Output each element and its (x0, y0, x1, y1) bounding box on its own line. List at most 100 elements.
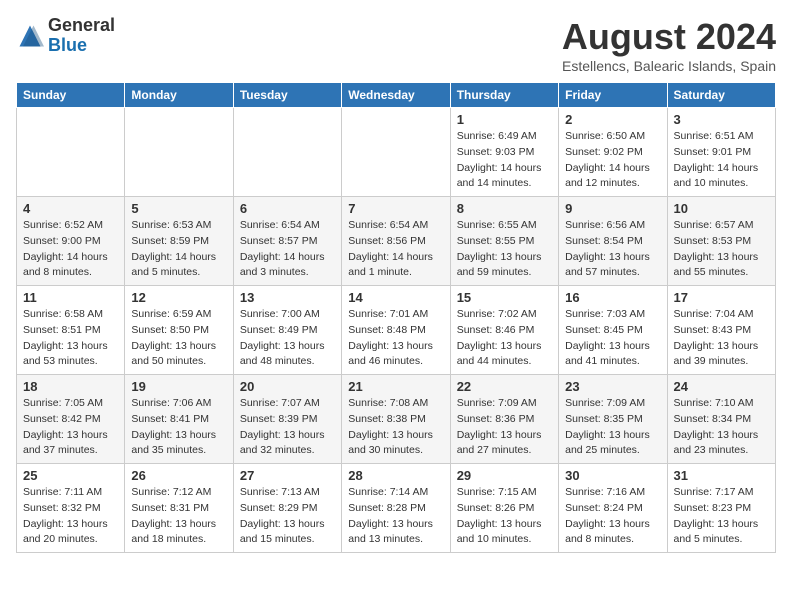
day-info: Sunrise: 6:54 AM Sunset: 8:56 PM Dayligh… (348, 218, 443, 281)
calendar-day-cell: 15Sunrise: 7:02 AM Sunset: 8:46 PM Dayli… (450, 286, 558, 375)
calendar-day-cell: 8 Sunrise: 6:55 AM Sunset: 8:55 PM Daylig… (450, 197, 558, 286)
calendar-day-cell: 9 Sunrise: 6:56 AM Sunset: 8:54 PM Daylig… (559, 197, 667, 286)
day-info: Sunrise: 7:02 AM Sunset: 8:46 PM Dayligh… (457, 307, 552, 370)
day-number: 6 (240, 201, 335, 216)
day-number: 10 (674, 201, 769, 216)
day-info: Sunrise: 7:00 AM Sunset: 8:49 PM Dayligh… (240, 307, 335, 370)
day-number: 27 (240, 468, 335, 483)
day-info: Sunrise: 6:51 AM Sunset: 9:01 PM Dayligh… (674, 129, 769, 192)
day-info: Sunrise: 6:54 AM Sunset: 8:57 PM Dayligh… (240, 218, 335, 281)
day-info: Sunrise: 6:59 AM Sunset: 8:50 PM Dayligh… (131, 307, 226, 370)
day-number: 21 (348, 379, 443, 394)
day-number: 4 (23, 201, 118, 216)
col-saturday: Saturday (667, 83, 775, 108)
day-info: Sunrise: 7:08 AM Sunset: 8:38 PM Dayligh… (348, 396, 443, 459)
calendar-day-cell: 13 Sunrise: 7:00 AM Sunset: 8:49 PM Dayli… (233, 286, 341, 375)
day-number: 29 (457, 468, 552, 483)
logo-general-text: General (48, 15, 115, 35)
day-info: Sunrise: 7:12 AM Sunset: 8:31 PM Dayligh… (131, 485, 226, 548)
calendar-week-row: 11 Sunrise: 6:58 AM Sunset: 8:51 PM Dayli… (17, 286, 776, 375)
col-sunday: Sunday (17, 83, 125, 108)
day-number: 19 (131, 379, 226, 394)
day-number: 14 (348, 290, 443, 305)
day-number: 30 (565, 468, 660, 483)
day-info: Sunrise: 7:09 AM Sunset: 8:35 PM Dayligh… (565, 396, 660, 459)
day-info: Sunrise: 7:10 AM Sunset: 8:34 PM Dayligh… (674, 396, 769, 459)
calendar-day-cell (233, 108, 341, 197)
calendar-day-cell: 18 Sunrise: 7:05 AM Sunset: 8:42 PM Dayli… (17, 375, 125, 464)
day-info: Sunrise: 6:58 AM Sunset: 8:51 PM Dayligh… (23, 307, 118, 370)
col-tuesday: Tuesday (233, 83, 341, 108)
calendar-header-row: Sunday Monday Tuesday Wednesday Thursday… (17, 83, 776, 108)
calendar-day-cell: 1Sunrise: 6:49 AM Sunset: 9:03 PM Daylig… (450, 108, 558, 197)
calendar-day-cell (17, 108, 125, 197)
day-number: 22 (457, 379, 552, 394)
day-number: 28 (348, 468, 443, 483)
day-info: Sunrise: 7:09 AM Sunset: 8:36 PM Dayligh… (457, 396, 552, 459)
calendar-table: Sunday Monday Tuesday Wednesday Thursday… (16, 82, 776, 553)
calendar-day-cell: 22 Sunrise: 7:09 AM Sunset: 8:36 PM Dayli… (450, 375, 558, 464)
day-info: Sunrise: 7:15 AM Sunset: 8:26 PM Dayligh… (457, 485, 552, 548)
day-info: Sunrise: 7:06 AM Sunset: 8:41 PM Dayligh… (131, 396, 226, 459)
calendar-day-cell: 21 Sunrise: 7:08 AM Sunset: 8:38 PM Dayli… (342, 375, 450, 464)
day-number: 7 (348, 201, 443, 216)
day-info: Sunrise: 6:56 AM Sunset: 8:54 PM Dayligh… (565, 218, 660, 281)
calendar-day-cell: 12 Sunrise: 6:59 AM Sunset: 8:50 PM Dayli… (125, 286, 233, 375)
day-number: 18 (23, 379, 118, 394)
day-info: Sunrise: 7:13 AM Sunset: 8:29 PM Dayligh… (240, 485, 335, 548)
day-number: 23 (565, 379, 660, 394)
day-number: 17 (674, 290, 769, 305)
day-number: 25 (23, 468, 118, 483)
calendar-day-cell: 2 Sunrise: 6:50 AM Sunset: 9:02 PM Daylig… (559, 108, 667, 197)
title-section: August 2024 Estellencs, Balearic Islands… (562, 16, 776, 74)
page-container: General Blue August 2024 Estellencs, Bal… (16, 16, 776, 553)
col-friday: Friday (559, 83, 667, 108)
calendar-day-cell: 6 Sunrise: 6:54 AM Sunset: 8:57 PM Daylig… (233, 197, 341, 286)
calendar-day-cell: 30Sunrise: 7:16 AM Sunset: 8:24 PM Dayli… (559, 464, 667, 553)
day-number: 26 (131, 468, 226, 483)
day-info: Sunrise: 7:04 AM Sunset: 8:43 PM Dayligh… (674, 307, 769, 370)
day-number: 20 (240, 379, 335, 394)
day-number: 12 (131, 290, 226, 305)
calendar-day-cell: 28Sunrise: 7:14 AM Sunset: 8:28 PM Dayli… (342, 464, 450, 553)
day-number: 3 (674, 112, 769, 127)
calendar-day-cell: 3 Sunrise: 6:51 AM Sunset: 9:01 PM Daylig… (667, 108, 775, 197)
logo: General Blue (16, 16, 115, 56)
day-info: Sunrise: 6:52 AM Sunset: 9:00 PM Dayligh… (23, 218, 118, 281)
day-info: Sunrise: 6:50 AM Sunset: 9:02 PM Dayligh… (565, 129, 660, 192)
day-info: Sunrise: 6:53 AM Sunset: 8:59 PM Dayligh… (131, 218, 226, 281)
subtitle: Estellencs, Balearic Islands, Spain (562, 58, 776, 74)
calendar-day-cell: 11 Sunrise: 6:58 AM Sunset: 8:51 PM Dayli… (17, 286, 125, 375)
calendar-day-cell: 29 Sunrise: 7:15 AM Sunset: 8:26 PM Dayli… (450, 464, 558, 553)
calendar-day-cell: 5Sunrise: 6:53 AM Sunset: 8:59 PM Daylig… (125, 197, 233, 286)
calendar-day-cell: 26 Sunrise: 7:12 AM Sunset: 8:31 PM Dayli… (125, 464, 233, 553)
day-info: Sunrise: 7:17 AM Sunset: 8:23 PM Dayligh… (674, 485, 769, 548)
calendar-day-cell: 14Sunrise: 7:01 AM Sunset: 8:48 PM Dayli… (342, 286, 450, 375)
calendar-week-row: 1Sunrise: 6:49 AM Sunset: 9:03 PM Daylig… (17, 108, 776, 197)
day-number: 1 (457, 112, 552, 127)
day-number: 9 (565, 201, 660, 216)
day-number: 31 (674, 468, 769, 483)
header: General Blue August 2024 Estellencs, Bal… (16, 16, 776, 74)
calendar-day-cell: 31 Sunrise: 7:17 AM Sunset: 8:23 PM Dayli… (667, 464, 775, 553)
calendar-day-cell: 10Sunrise: 6:57 AM Sunset: 8:53 PM Dayli… (667, 197, 775, 286)
main-title: August 2024 (562, 16, 776, 58)
calendar-day-cell: 19 Sunrise: 7:06 AM Sunset: 8:41 PM Dayli… (125, 375, 233, 464)
calendar-day-cell (342, 108, 450, 197)
day-number: 8 (457, 201, 552, 216)
col-wednesday: Wednesday (342, 83, 450, 108)
calendar-day-cell: 4 Sunrise: 6:52 AM Sunset: 9:00 PM Daylig… (17, 197, 125, 286)
day-info: Sunrise: 6:55 AM Sunset: 8:55 PM Dayligh… (457, 218, 552, 281)
day-number: 11 (23, 290, 118, 305)
day-info: Sunrise: 7:07 AM Sunset: 8:39 PM Dayligh… (240, 396, 335, 459)
calendar-day-cell: 17 Sunrise: 7:04 AM Sunset: 8:43 PM Dayli… (667, 286, 775, 375)
calendar-week-row: 4 Sunrise: 6:52 AM Sunset: 9:00 PM Daylig… (17, 197, 776, 286)
day-info: Sunrise: 7:05 AM Sunset: 8:42 PM Dayligh… (23, 396, 118, 459)
logo-icon (16, 22, 44, 50)
calendar-day-cell: 7 Sunrise: 6:54 AM Sunset: 8:56 PM Daylig… (342, 197, 450, 286)
day-number: 2 (565, 112, 660, 127)
day-info: Sunrise: 7:03 AM Sunset: 8:45 PM Dayligh… (565, 307, 660, 370)
calendar-day-cell: 27 Sunrise: 7:13 AM Sunset: 8:29 PM Dayli… (233, 464, 341, 553)
day-number: 13 (240, 290, 335, 305)
calendar-day-cell: 24Sunrise: 7:10 AM Sunset: 8:34 PM Dayli… (667, 375, 775, 464)
